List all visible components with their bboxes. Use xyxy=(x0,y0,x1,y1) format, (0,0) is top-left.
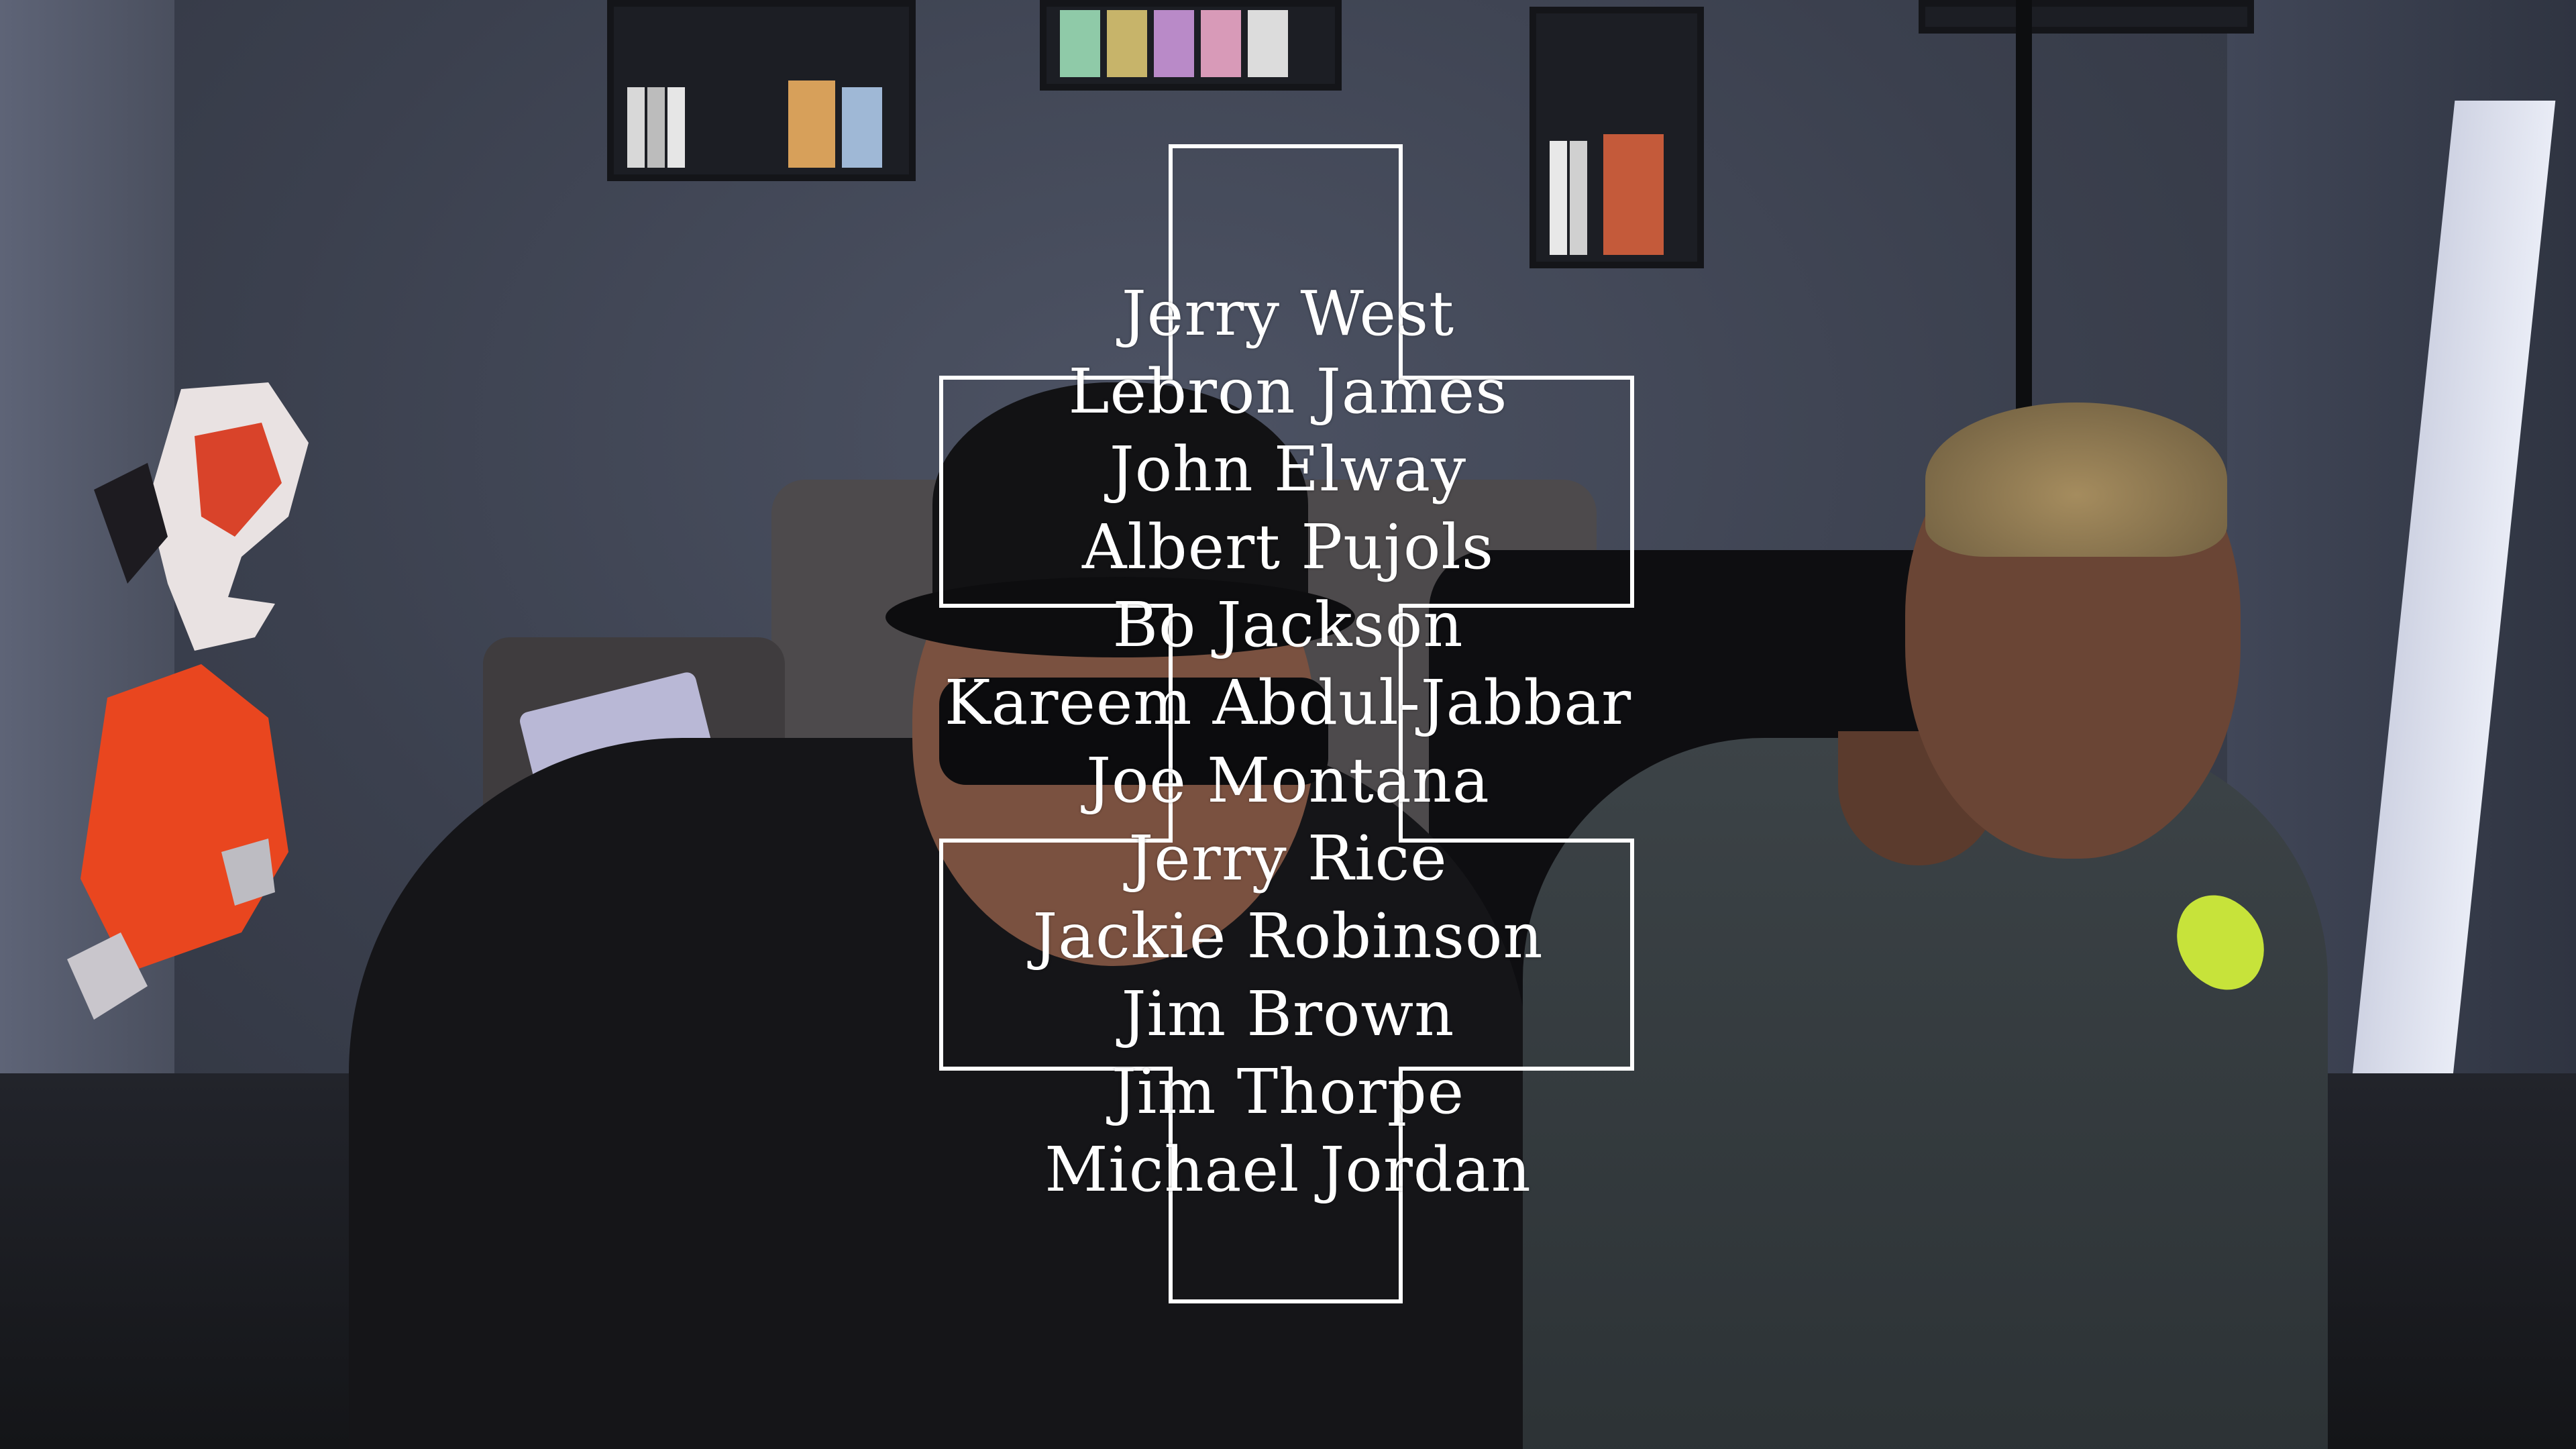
list-item: Albert Pujols xyxy=(1081,511,1495,583)
list-item: Joe Montana xyxy=(1086,745,1490,816)
list-item: Jerry Rice xyxy=(1128,822,1448,894)
list-item: Lebron James xyxy=(1068,356,1508,427)
list-item: Jim Brown xyxy=(1121,978,1455,1050)
list-item: Jackie Robinson xyxy=(1032,900,1544,972)
athlete-name-list: Jerry West Lebron James John Elway Alber… xyxy=(919,275,1657,1209)
list-item: John Elway xyxy=(1109,433,1467,505)
list-item: Jim Thorpe xyxy=(1111,1056,1465,1128)
list-item: Bo Jackson xyxy=(1112,589,1464,661)
list-item: Michael Jordan xyxy=(1044,1134,1532,1205)
list-item: Kareem Abdul-Jabbar xyxy=(944,667,1632,739)
list-item: Jerry West xyxy=(1121,278,1455,350)
